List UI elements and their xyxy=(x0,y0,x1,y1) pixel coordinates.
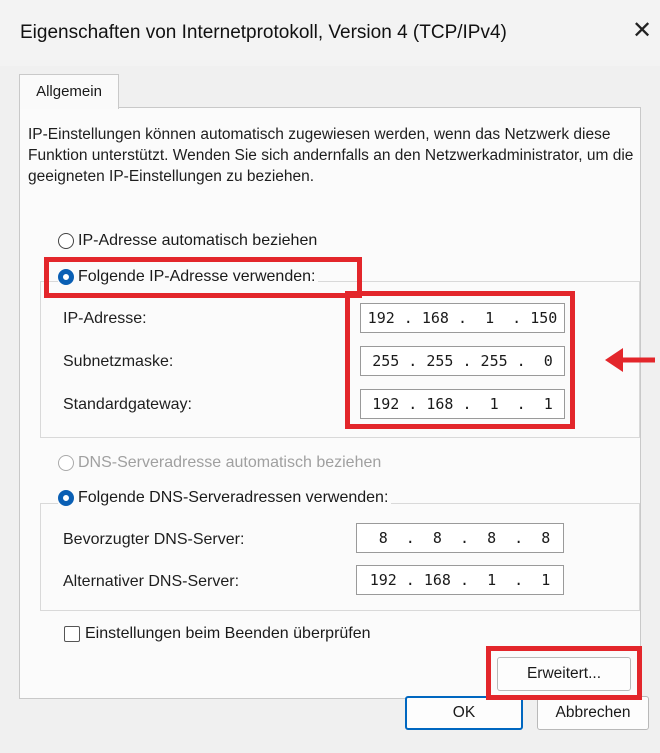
ip-auto-option[interactable]: IP-Adresse automatisch beziehen xyxy=(58,232,317,250)
default-gateway-label: Standardgateway: xyxy=(63,396,192,413)
dns-manual-radio[interactable] xyxy=(58,490,74,506)
preferred-dns-label: Bevorzugter DNS-Server: xyxy=(63,531,245,548)
ip-address-label: IP-Adresse: xyxy=(63,310,147,327)
ip-manual-option[interactable]: Folgende IP-Adresse verwenden: xyxy=(58,268,319,286)
dns-manual-option[interactable]: Folgende DNS-Serveradressen verwenden: xyxy=(58,489,392,507)
title-bar: Eigenschaften von Internetprotokoll, Ver… xyxy=(0,0,660,66)
dns-manual-label: Folgende DNS-Serveradressen verwenden: xyxy=(78,489,389,506)
preferred-dns-field[interactable]: 8 . 8 . 8 . 8 xyxy=(356,523,564,553)
ip-manual-radio[interactable] xyxy=(58,269,74,285)
subnet-mask-label: Subnetzmaske: xyxy=(63,353,174,370)
dns-auto-label: DNS-Serveradresse automatisch beziehen xyxy=(78,454,382,471)
tab-allgemein[interactable]: Allgemein xyxy=(19,74,119,109)
advanced-button[interactable]: Erweitert... xyxy=(497,657,631,691)
dns-auto-option[interactable]: DNS-Serveradresse automatisch beziehen xyxy=(58,454,381,472)
cancel-button[interactable]: Abbrechen xyxy=(537,696,649,730)
ip-address-field[interactable]: 192 . 168 . 1 . 150 xyxy=(360,303,565,333)
dns-auto-radio[interactable] xyxy=(58,455,74,471)
default-gateway-field[interactable]: 192 . 168 . 1 . 1 xyxy=(360,389,565,419)
subnet-mask-field[interactable]: 255 . 255 . 255 . 0 xyxy=(360,346,565,376)
description-text: IP-Einstellungen können automatisch zuge… xyxy=(28,126,634,185)
validate-settings-checkbox[interactable] xyxy=(64,626,80,642)
alternate-dns-label: Alternativer DNS-Server: xyxy=(63,573,240,590)
window-title: Eigenschaften von Internetprotokoll, Ver… xyxy=(20,22,507,43)
ip-manual-label: Folgende IP-Adresse verwenden: xyxy=(78,268,316,285)
validate-settings-label: Einstellungen beim Beenden überprüfen xyxy=(85,625,371,642)
alternate-dns-field[interactable]: 192 . 168 . 1 . 1 xyxy=(356,565,564,595)
ip-auto-radio[interactable] xyxy=(58,233,74,249)
ok-button[interactable]: OK xyxy=(405,696,523,730)
close-icon[interactable]: ✕ xyxy=(632,18,652,44)
ip-auto-label: IP-Adresse automatisch beziehen xyxy=(78,232,318,249)
red-arrow-left-icon xyxy=(605,348,655,372)
validate-settings-option[interactable]: Einstellungen beim Beenden überprüfen xyxy=(64,625,371,643)
